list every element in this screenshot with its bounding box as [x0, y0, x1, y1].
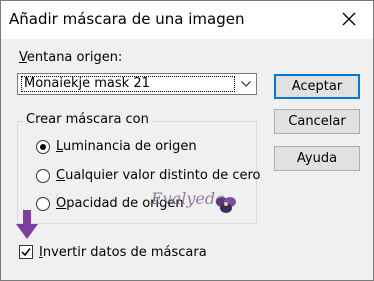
chevron-down-icon — [241, 81, 251, 87]
down-arrow-annotation-icon — [16, 210, 38, 239]
radio-button[interactable] — [36, 197, 50, 211]
cancel-button[interactable]: Cancelar — [274, 109, 360, 134]
radio-button[interactable] — [36, 169, 50, 183]
radio-selected-dot — [40, 144, 46, 150]
source-window-selected-value: Monaiekje mask 21 — [21, 76, 235, 92]
title-bar: Añadir máscara de una imagen — [1, 1, 373, 39]
dialog-window: Añadir máscara de una imagen Ventana ori… — [0, 0, 374, 281]
create-mask-legend: Crear máscara con — [23, 112, 152, 127]
dialog-title: Añadir máscara de una imagen — [9, 10, 245, 28]
invert-mask-checkbox[interactable] — [19, 245, 33, 259]
accept-button[interactable]: Aceptar — [274, 74, 360, 99]
radio-button[interactable] — [36, 140, 50, 154]
help-button[interactable]: Ayuda — [274, 146, 360, 171]
source-window-label: Ventana origen: — [19, 50, 123, 65]
dropdown-toggle[interactable] — [236, 74, 256, 94]
radio-label: Cualquier valor distinto de cero — [56, 168, 261, 183]
close-button[interactable] — [327, 1, 373, 39]
source-window-dropdown[interactable]: Monaiekje mask 21 — [17, 73, 257, 95]
invert-mask-label: Invertir datos de máscara — [39, 245, 207, 260]
close-icon — [342, 12, 356, 26]
checkmark-icon — [21, 248, 31, 257]
radio-label: Luminancia de origen — [56, 139, 197, 154]
flower-watermark-icon — [216, 197, 236, 213]
